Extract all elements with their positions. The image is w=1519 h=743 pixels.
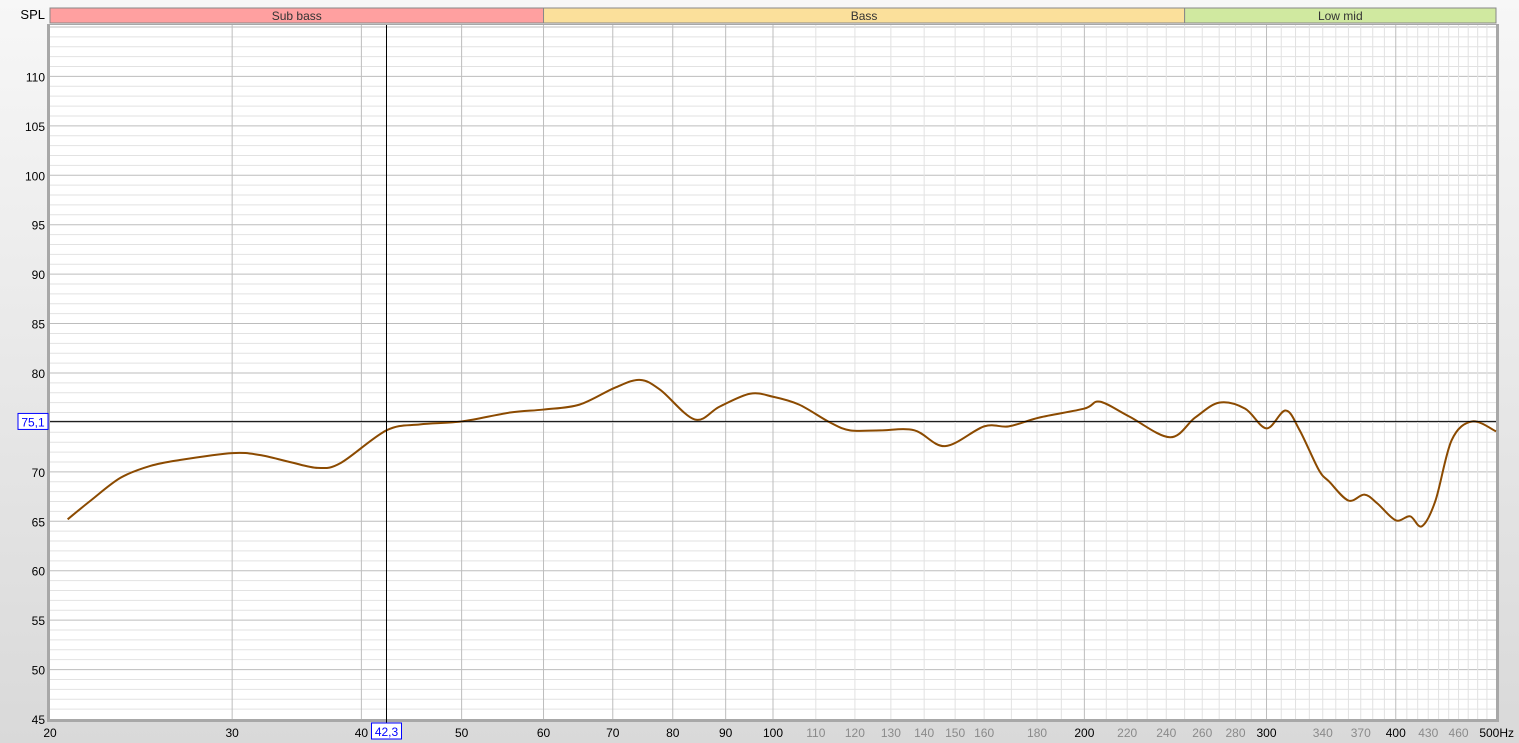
x-tick-label: 20 bbox=[43, 726, 57, 740]
band-label: Sub bass bbox=[272, 9, 322, 23]
y-tick-label: 90 bbox=[32, 268, 46, 282]
y-tick-label: 70 bbox=[32, 466, 46, 480]
x-tick-label-minor: 240 bbox=[1156, 726, 1176, 740]
x-tick-label-minor: 430 bbox=[1418, 726, 1438, 740]
y-tick-label: 65 bbox=[32, 515, 46, 529]
cursor-y-value: 75,1 bbox=[21, 415, 45, 429]
y-tick-label: 50 bbox=[32, 664, 46, 678]
x-tick-label-minor: 130 bbox=[881, 726, 901, 740]
y-tick-label: 80 bbox=[32, 367, 46, 381]
x-tick-label: 50 bbox=[455, 726, 469, 740]
cursor-y-readout: 75,1 bbox=[17, 412, 49, 430]
x-tick-labels: 20 30 40 50 60 70 80 90 100 200 300 400 500Hz 110 120 1… bbox=[43, 726, 1514, 740]
x-tick-label-minor: 340 bbox=[1313, 726, 1333, 740]
y-tick-label: 55 bbox=[32, 614, 46, 628]
x-tick-label: 400 bbox=[1386, 726, 1406, 740]
x-tick-label: 500Hz bbox=[1479, 726, 1514, 740]
x-tick-label-minor: 110 bbox=[806, 726, 825, 740]
x-tick-label-minor: 160 bbox=[974, 726, 994, 740]
y-tick-label: 85 bbox=[32, 318, 46, 332]
y-tick-label: 95 bbox=[32, 219, 46, 233]
x-tick-label: 200 bbox=[1074, 726, 1094, 740]
cursor-x-readout: 42,3 bbox=[370, 722, 402, 740]
x-tick-label-minor: 150 bbox=[945, 726, 965, 740]
y-tick-label: 45 bbox=[32, 713, 46, 727]
x-tick-label: 40 bbox=[355, 726, 369, 740]
frequency-bands: Sub bass Bass Low mid bbox=[49, 7, 1497, 24]
x-tick-label: 300 bbox=[1257, 726, 1277, 740]
y-tick-labels: 4550556065707580859095100105110 bbox=[25, 70, 45, 727]
x-tick-label: 70 bbox=[606, 726, 620, 740]
x-tick-label: 100 bbox=[763, 726, 783, 740]
y-tick-label: 105 bbox=[25, 120, 45, 134]
x-tick-label-minor: 370 bbox=[1351, 726, 1371, 740]
x-tick-label-minor: 220 bbox=[1117, 726, 1137, 740]
x-tick-label: 80 bbox=[666, 726, 680, 740]
x-tick-label: 90 bbox=[719, 726, 733, 740]
x-tick-label-minor: 180 bbox=[1027, 726, 1047, 740]
x-tick-label: 30 bbox=[225, 726, 239, 740]
x-tick-label-minor: 120 bbox=[845, 726, 865, 740]
y-tick-label: 60 bbox=[32, 565, 46, 579]
x-tick-label-minor: 260 bbox=[1192, 726, 1212, 740]
band-label: Bass bbox=[851, 9, 878, 23]
band-label: Low mid bbox=[1318, 9, 1363, 23]
y-axis-label: SPL bbox=[20, 7, 45, 22]
y-tick-label: 110 bbox=[26, 70, 45, 84]
x-tick-label-minor: 140 bbox=[914, 726, 934, 740]
x-tick-label: 60 bbox=[537, 726, 551, 740]
y-tick-label: 100 bbox=[25, 169, 45, 183]
x-tick-label-minor: 460 bbox=[1449, 726, 1469, 740]
x-tick-label-minor: 280 bbox=[1226, 726, 1246, 740]
frequency-response-chart[interactable]: SPL Sub bassBassLow mid 4550556065707580… bbox=[0, 0, 1519, 743]
cursor-x-value: 42,3 bbox=[375, 725, 399, 739]
